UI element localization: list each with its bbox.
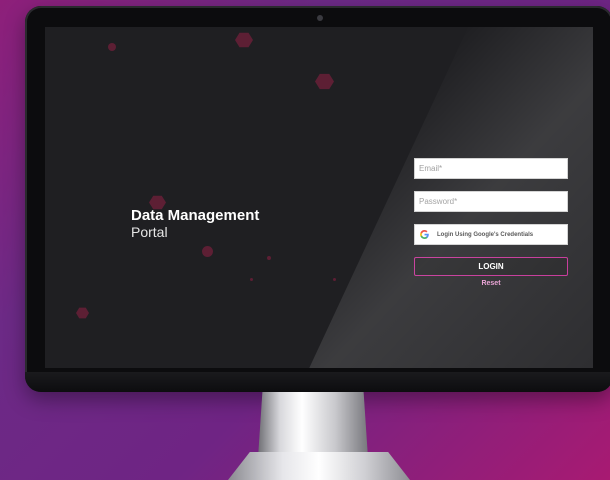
- decor-hexagon: [76, 307, 89, 319]
- decor-dot: [108, 43, 116, 51]
- decor-hexagon: [315, 73, 334, 90]
- monitor-stand-base: [228, 452, 410, 480]
- login-form: Login Using Google's Credentials LOGIN R…: [414, 158, 568, 287]
- google-login-label: Login Using Google's Credentials: [437, 231, 534, 238]
- screen: Data Management Portal Login Using Googl…: [45, 27, 593, 368]
- google-login-button[interactable]: Login Using Google's Credentials: [414, 224, 568, 245]
- brand-title: Data Management: [131, 207, 260, 224]
- login-button[interactable]: LOGIN: [414, 257, 568, 276]
- email-field[interactable]: [414, 158, 568, 179]
- reset-link[interactable]: Reset: [414, 280, 568, 287]
- monitor-chin: [25, 372, 610, 392]
- password-field[interactable]: [414, 191, 568, 212]
- decor-hexagon: [235, 32, 253, 48]
- decor-dot: [250, 278, 253, 281]
- decor-dot: [267, 256, 271, 260]
- monitor-stand-neck: [258, 392, 368, 458]
- brand: Data Management Portal: [87, 205, 259, 243]
- google-g-icon: [420, 230, 429, 239]
- brand-subtitle: Portal: [131, 224, 168, 240]
- decor-dot: [202, 246, 213, 257]
- webcam: [317, 15, 323, 21]
- hexagon-bars-logo-icon: [88, 206, 122, 242]
- monitor-frame: Data Management Portal Login Using Googl…: [25, 6, 610, 392]
- decor-dot: [333, 278, 336, 281]
